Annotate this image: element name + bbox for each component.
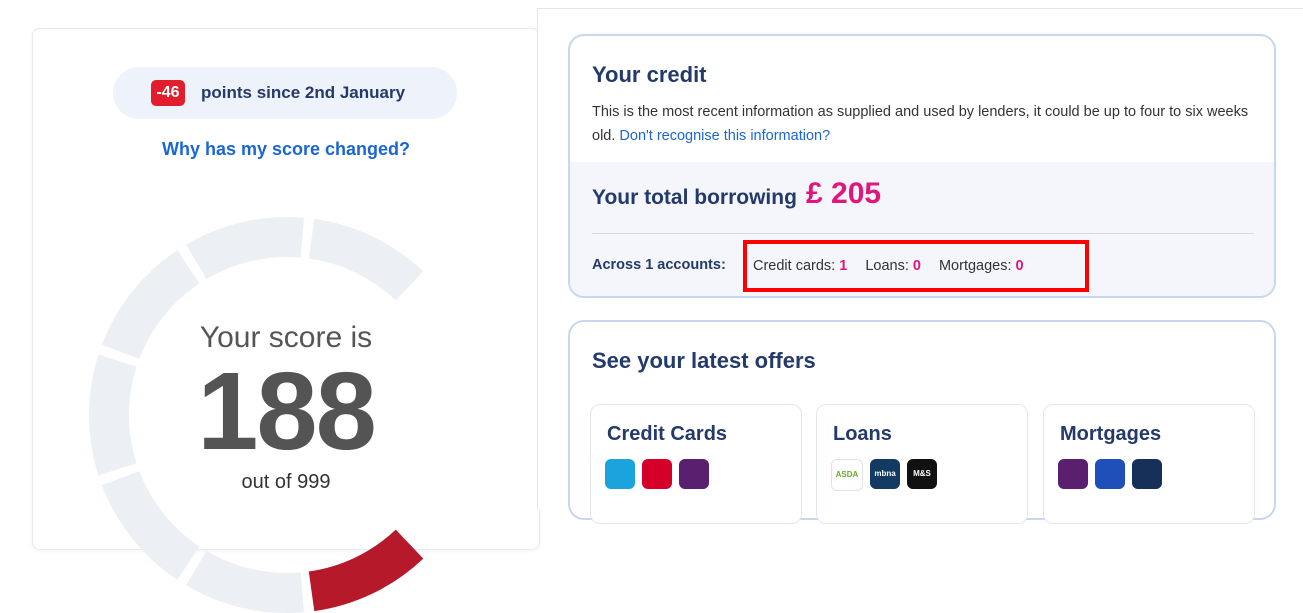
ms-bank-logo-icon: M&S — [907, 459, 937, 489]
your-credit-card: Your credit This is the most recent info… — [568, 34, 1276, 298]
score-panel: -46 points since 2nd January Why has my … — [32, 28, 540, 613]
gauge-score-fill — [308, 529, 424, 612]
offer-tile-title: Loans — [833, 423, 892, 445]
offer-logos — [1058, 459, 1162, 489]
score-max: out of 999 — [241, 471, 331, 493]
divider — [592, 233, 1254, 234]
offer-tile-title: Mortgages — [1060, 423, 1162, 445]
halifax-logo-icon — [1095, 459, 1125, 489]
credit-description: This is the most recent information as s… — [592, 100, 1252, 148]
score-change-badge: -46 — [151, 80, 185, 106]
loans-count-label: Loans: — [865, 258, 909, 274]
natwest-logo-icon — [679, 459, 709, 489]
loans-count: Loans: 0 — [865, 258, 921, 274]
gauge-segment — [308, 218, 424, 301]
account-type-counts: Credit cards: 1 Loans: 0 Mortgages: 0 — [743, 240, 1089, 292]
loans-count-value: 0 — [912, 258, 921, 274]
virgin-money-logo-icon — [642, 459, 672, 489]
offer-logos — [605, 459, 709, 489]
offer-tile-credit-cards[interactable]: Credit Cards — [590, 404, 802, 524]
credit-cards-count-label: Credit cards: — [753, 258, 836, 274]
gauge-segment — [186, 550, 305, 613]
credit-cards-count: Credit cards: 1 — [753, 258, 847, 274]
offer-logos: ASDA mbna M&S — [831, 459, 937, 491]
score-value: 188 — [197, 350, 377, 473]
natwest-logo-icon — [1058, 459, 1088, 489]
dont-recognise-link[interactable]: Don't recognise this information? — [619, 128, 830, 144]
barclays-logo-icon — [605, 459, 635, 489]
mortgages-count-label: Mortgages: — [938, 258, 1012, 274]
gauge-segment — [186, 217, 305, 280]
offer-tile-loans[interactable]: Loans ASDA mbna M&S — [816, 404, 1028, 524]
total-borrowing-amount: £ 205 — [806, 177, 882, 210]
why-score-changed-link[interactable]: Why has my score changed? — [33, 139, 539, 160]
offer-tile-mortgages[interactable]: Mortgages — [1043, 404, 1255, 524]
mbna-logo-icon: mbna — [870, 459, 900, 489]
latest-offers-card: See your latest offers Credit Cards Loan… — [568, 320, 1276, 524]
total-borrowing-label: Your total borrowing — [592, 186, 797, 209]
offer-tile-title: Credit Cards — [607, 423, 728, 445]
mortgages-count-value: 0 — [1015, 258, 1024, 274]
santander-logo-icon — [1132, 459, 1162, 489]
offers-title: See your latest offers — [592, 348, 816, 373]
accounts-count-label: Across 1 accounts: — [592, 257, 726, 273]
mortgages-count: Mortgages: 0 — [939, 258, 1024, 274]
score-change-pill: -46 points since 2nd January — [113, 67, 457, 119]
credit-title: Your credit — [592, 62, 707, 87]
score-change-text: points since 2nd January — [201, 83, 406, 102]
credit-cards-count-value: 1 — [839, 258, 848, 274]
asda-money-logo-icon: ASDA — [831, 459, 863, 491]
borrowing-section: Your total borrowing £ 205 Across 1 acco… — [570, 162, 1274, 296]
